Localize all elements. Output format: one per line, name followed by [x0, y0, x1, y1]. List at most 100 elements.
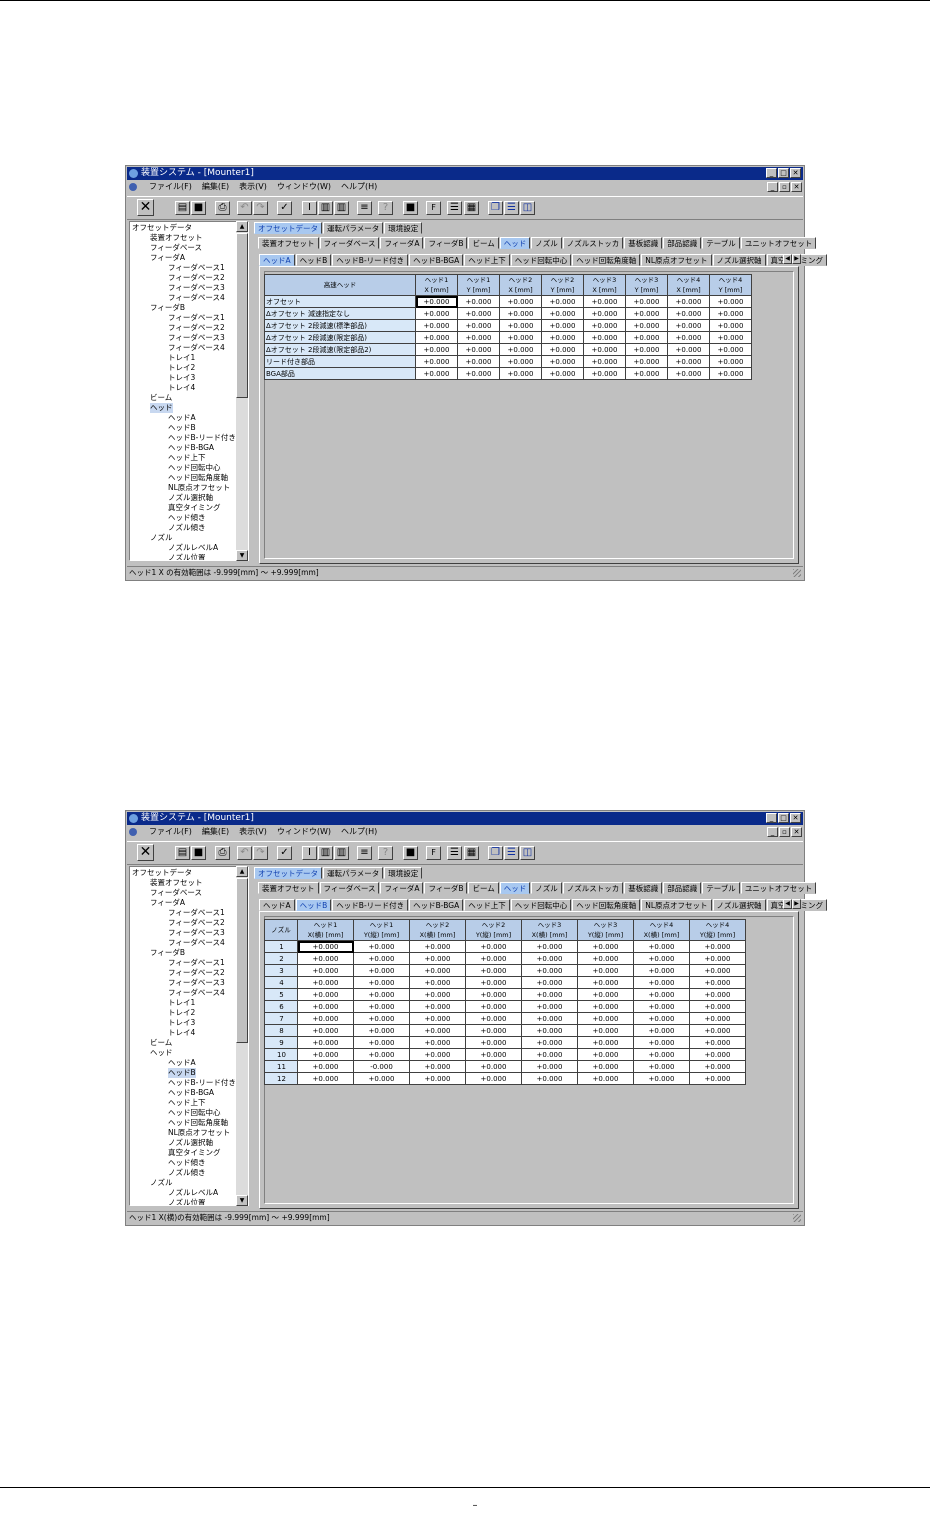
table-cell[interactable]: +0.000 [465, 1012, 522, 1025]
table-cell[interactable]: +0.000 [297, 1000, 354, 1013]
tab-l1[interactable]: オフセットデータ [254, 222, 322, 234]
menu-help[interactable]: ヘルプ(H) [341, 826, 377, 838]
tab-l2[interactable]: フィーダベース [319, 237, 380, 249]
tile-horizontal-icon[interactable]: ☰ [504, 846, 519, 860]
table-cell[interactable]: +0.000 [577, 1060, 634, 1073]
table-cell[interactable]: +0.000 [633, 976, 690, 989]
tree-item[interactable]: フィーダA [150, 253, 185, 263]
table-cell[interactable]: +0.000 [297, 940, 354, 953]
list-icon[interactable]: ≡ [357, 846, 372, 860]
table-cell[interactable]: +0.000 [667, 367, 710, 380]
table-cell[interactable]: +0.000 [457, 295, 500, 308]
tree-item[interactable]: オフセットデータ [132, 223, 192, 233]
tab-l2[interactable]: ノズルストッカ [562, 882, 624, 894]
row-header[interactable]: Δオフセット 減速指定なし [264, 307, 416, 320]
table-cell[interactable]: +0.000 [633, 1024, 690, 1037]
table-cell[interactable]: +0.000 [409, 1072, 466, 1085]
table-cell[interactable]: +0.000 [409, 1012, 466, 1025]
tree-item[interactable]: フィーダベース2 [168, 968, 225, 978]
scroll-up-icon[interactable]: ▲ [236, 866, 248, 877]
table-cell[interactable]: +0.000 [353, 1048, 410, 1061]
table-cell[interactable]: +0.000 [625, 367, 668, 380]
tab-l2[interactable]: フィーダB [424, 237, 468, 249]
table-cell[interactable]: +0.000 [409, 1024, 466, 1037]
table-cell[interactable]: +0.000 [709, 331, 752, 344]
table-cell[interactable]: +0.000 [577, 964, 634, 977]
tab-l3[interactable]: ヘッド上下 [464, 254, 510, 266]
table-cell[interactable]: +0.000 [541, 319, 584, 332]
title-bar[interactable]: 装置システム - [Mounter1] _ □ ✕ [127, 812, 803, 825]
table-cell[interactable]: +0.000 [353, 976, 410, 989]
tab-l2[interactable]: フィーダA [380, 882, 424, 894]
table-cell[interactable]: +0.000 [521, 952, 578, 965]
cursor-icon[interactable]: I [302, 846, 317, 860]
tree-item[interactable]: ノズル傾き [168, 523, 206, 533]
table-cell[interactable]: +0.000 [465, 940, 522, 953]
row-header[interactable]: 2 [264, 952, 298, 965]
table-cell[interactable]: +0.000 [353, 988, 410, 1001]
tab-l1[interactable]: 環境設定 [384, 222, 423, 234]
menu-view[interactable]: 表示(V) [239, 826, 267, 838]
row-header[interactable]: Δオフセット 2段減速(標準部品) [264, 319, 416, 332]
table-cell[interactable]: +0.000 [541, 331, 584, 344]
tab-l3[interactable]: ヘッドB [295, 899, 332, 911]
tab-l3[interactable]: ノズル選択軸 [712, 254, 766, 266]
close-button[interactable]: ✕ [790, 168, 801, 178]
table-cell[interactable]: +0.000 [297, 1048, 354, 1061]
tab-l3[interactable]: ノズル選択軸 [712, 899, 766, 911]
tree-item[interactable]: フィーダベース4 [168, 343, 225, 353]
menu-edit[interactable]: 編集(E) [202, 826, 229, 838]
row-header[interactable]: 12 [264, 1072, 298, 1085]
tab-scroll-left-icon[interactable]: ◀ [783, 899, 792, 909]
tree-item[interactable]: ヘッドB [168, 1068, 196, 1078]
table-cell[interactable]: +0.000 [409, 976, 466, 989]
table-cell[interactable]: +0.000 [353, 1036, 410, 1049]
tab-l2[interactable]: ビーム [468, 882, 499, 894]
close-x-icon[interactable]: ✕ [137, 844, 154, 861]
table-cell[interactable]: +0.000 [415, 343, 458, 356]
table-cell[interactable]: +0.000 [499, 307, 542, 320]
table-cell[interactable]: +0.000 [521, 964, 578, 977]
print-icon[interactable]: ⎙ [215, 846, 230, 860]
tree-item[interactable]: 装置オフセット [150, 233, 203, 243]
tab-l3[interactable]: ヘッド上下 [464, 899, 510, 911]
tree-item[interactable]: ノズル [150, 533, 173, 543]
table-cell[interactable]: +0.000 [667, 355, 710, 368]
row-header[interactable]: 1 [264, 940, 298, 953]
table-cell[interactable]: +0.000 [415, 319, 458, 332]
tree-item[interactable]: ビーム [150, 1038, 172, 1048]
scroll-up-icon[interactable]: ▲ [236, 221, 248, 232]
table-cell[interactable]: +0.000 [689, 1072, 746, 1085]
list-icon[interactable]: ≡ [357, 201, 372, 215]
table-cell[interactable]: +0.000 [633, 964, 690, 977]
undo-icon[interactable]: ↶ [237, 201, 252, 215]
table-cell[interactable]: +0.000 [297, 1060, 354, 1073]
tree-item[interactable]: フィーダベース3 [168, 333, 225, 343]
tab-l3[interactable]: NL原点オフセット [641, 254, 712, 266]
scroll-down-icon[interactable]: ▼ [236, 550, 248, 561]
table-cell[interactable]: +0.000 [667, 295, 710, 308]
table-cell[interactable]: +0.000 [689, 976, 746, 989]
tree-item[interactable]: 真空タイミング [168, 503, 221, 513]
table-cell[interactable]: +0.000 [521, 1072, 578, 1085]
tab-l2[interactable]: 部品認識 [663, 882, 702, 894]
table-cell[interactable]: +0.000 [667, 331, 710, 344]
document-icon[interactable] [129, 828, 137, 836]
cursor-icon[interactable]: I [302, 201, 317, 215]
tree-item[interactable]: ヘッドB-リード付き [168, 433, 236, 443]
tab-l2[interactable]: フィーダB [424, 882, 468, 894]
tab-l2[interactable]: ノズル [531, 237, 562, 249]
tab-l3[interactable]: ヘッドB [295, 254, 332, 266]
tab-l1[interactable]: オフセットデータ [254, 867, 322, 879]
table-cell[interactable]: +0.000 [409, 940, 466, 953]
table-cell[interactable]: +0.000 [499, 295, 542, 308]
table-cell[interactable]: +0.000 [409, 964, 466, 977]
row-header[interactable]: 6 [264, 1000, 298, 1013]
table-cell[interactable]: +0.000 [353, 940, 410, 953]
column-icon[interactable]: ▥ [318, 201, 333, 215]
table-cell[interactable]: +0.000 [465, 952, 522, 965]
tab-l3[interactable]: NL原点オフセット [641, 899, 712, 911]
table-cell[interactable]: +0.000 [633, 1048, 690, 1061]
table-cell[interactable]: +0.000 [297, 1024, 354, 1037]
table-cell[interactable]: +0.000 [577, 1000, 634, 1013]
